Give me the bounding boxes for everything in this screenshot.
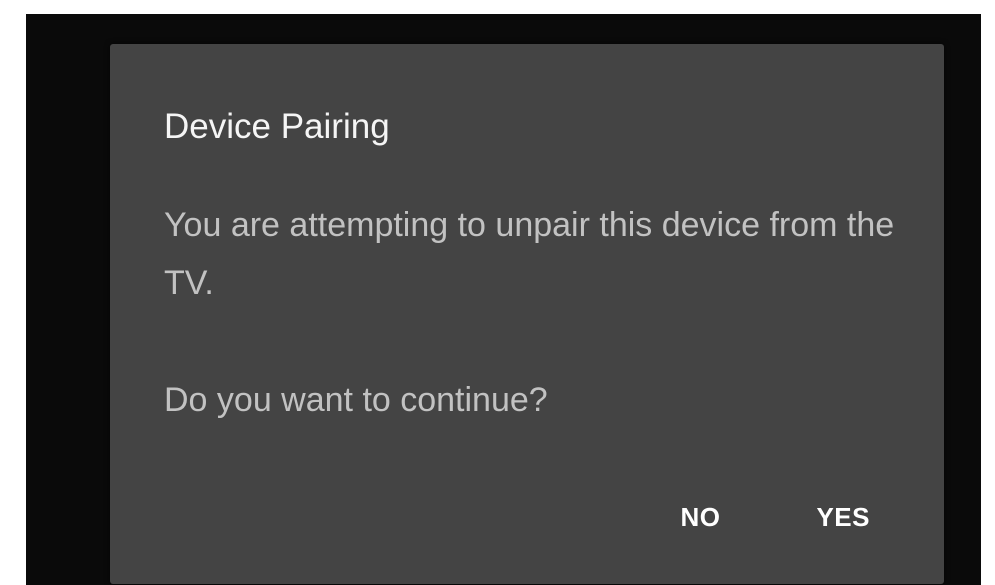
dialog-message: You are attempting to unpair this device… (164, 206, 895, 302)
no-button[interactable]: NO (670, 494, 730, 541)
screen: Device Pairing You are attempting to unp… (0, 0, 995, 585)
device-pairing-dialog: Device Pairing You are attempting to unp… (110, 44, 944, 584)
dialog-question: Do you want to continue? (164, 381, 548, 419)
dialog-actions: NO YES (670, 492, 944, 542)
dimmed-backdrop: Device Pairing You are attempting to unp… (26, 14, 981, 585)
dialog-title: Device Pairing (164, 107, 390, 146)
yes-button[interactable]: YES (806, 494, 880, 541)
